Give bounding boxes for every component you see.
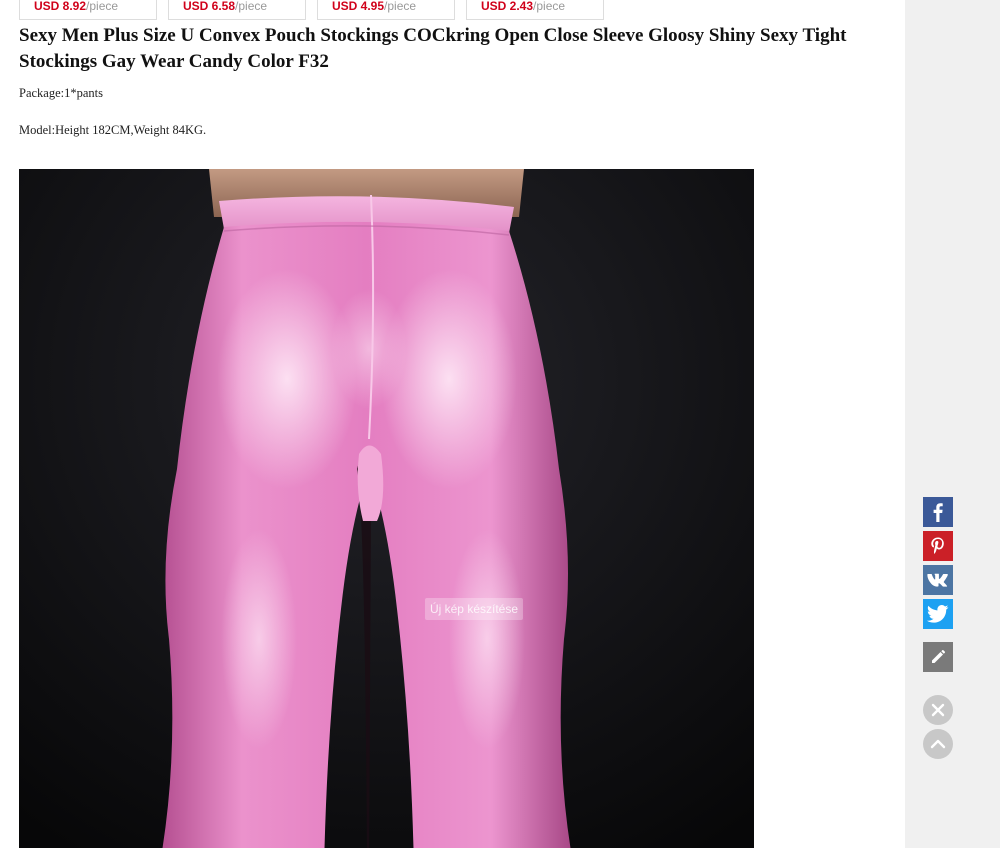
edit-button[interactable] bbox=[923, 642, 953, 672]
close-icon bbox=[931, 703, 945, 717]
price-amount: USD 6.58 bbox=[183, 0, 236, 13]
price-unit: /piece bbox=[533, 0, 566, 13]
pinterest-share-button[interactable] bbox=[923, 531, 953, 561]
new-image-overlay-button[interactable]: Új kép készítése bbox=[425, 598, 523, 620]
related-product-card[interactable]: USD 4.95/piece bbox=[317, 0, 455, 20]
right-sidebar bbox=[905, 0, 1000, 848]
twitter-share-button[interactable] bbox=[923, 599, 953, 629]
model-info: Model:Height 182CM,Weight 84KG. bbox=[19, 123, 207, 137]
related-product-card[interactable]: USD 8.92/piece bbox=[19, 0, 157, 20]
price-unit: /piece bbox=[384, 0, 417, 13]
product-detail-panel: USD 8.92/piece USD 6.58/piece USD 4.95/p… bbox=[0, 0, 905, 848]
pinterest-icon bbox=[931, 537, 944, 554]
twitter-icon bbox=[927, 605, 949, 623]
close-button[interactable] bbox=[923, 695, 953, 725]
vk-share-button[interactable] bbox=[923, 565, 953, 595]
facebook-icon bbox=[933, 503, 943, 522]
pencil-icon bbox=[932, 649, 946, 663]
price-amount: USD 4.95 bbox=[332, 0, 385, 13]
related-product-card[interactable]: USD 2.43/piece bbox=[466, 0, 604, 20]
price-amount: USD 2.43 bbox=[481, 0, 534, 13]
scroll-to-top-button[interactable] bbox=[923, 729, 953, 759]
chevron-up-icon bbox=[930, 739, 946, 749]
package-info: Package:1*pants bbox=[19, 86, 104, 100]
product-photo bbox=[19, 169, 754, 848]
product-photo-illustration bbox=[19, 169, 754, 848]
price-unit: /piece bbox=[235, 0, 268, 13]
related-product-card[interactable]: USD 6.58/piece bbox=[168, 0, 306, 20]
price-unit: /piece bbox=[86, 0, 119, 13]
vk-icon bbox=[927, 573, 948, 587]
price-amount: USD 8.92 bbox=[34, 0, 87, 13]
product-title: Sexy Men Plus Size U Convex Pouch Stocki… bbox=[19, 25, 847, 72]
facebook-share-button[interactable] bbox=[923, 497, 953, 527]
